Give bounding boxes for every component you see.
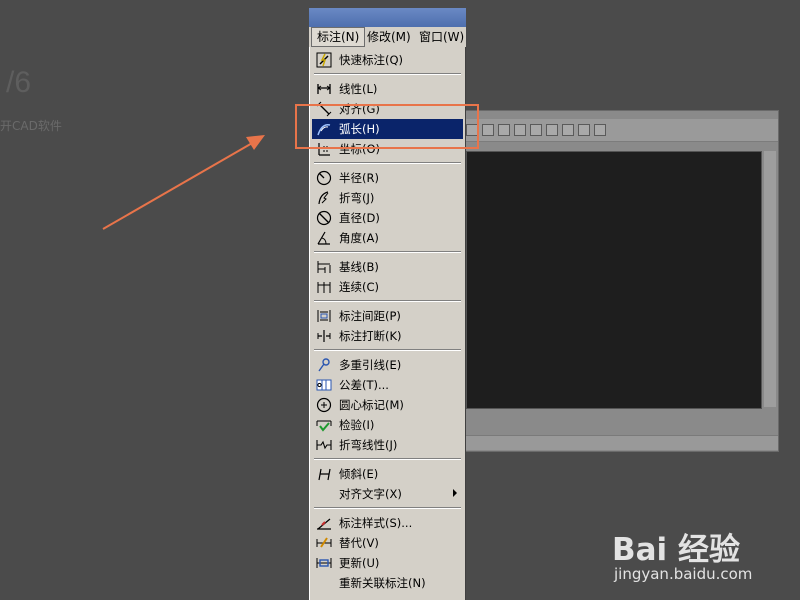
- watermark-logo: Bai 经验: [612, 532, 740, 568]
- baidu-jingyan-watermark: Bai 经验 jingyan.baidu.com: [612, 512, 792, 592]
- annotation-arrow-icon: [102, 135, 265, 230]
- watermark-url: jingyan.baidu.com: [614, 565, 753, 583]
